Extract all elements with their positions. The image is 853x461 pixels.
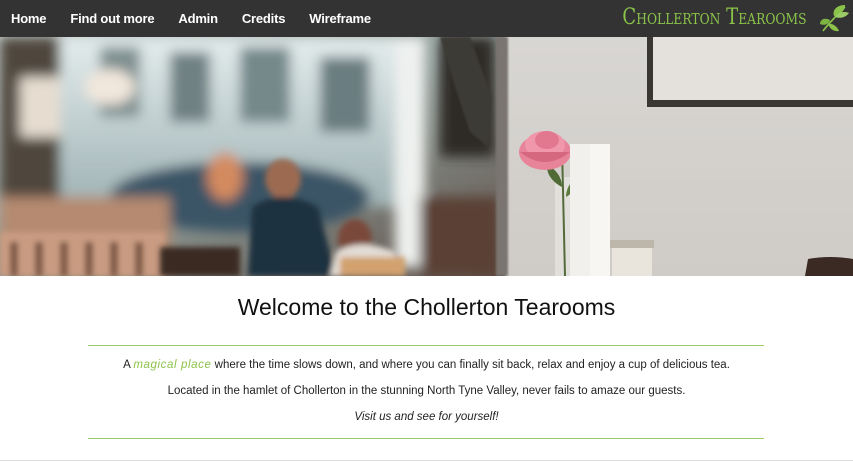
location-paragraph: Located in the hamlet of Chollerton in t… [167,385,686,397]
intro-paragraph: A magical place where the time slows dow… [0,359,853,371]
nav-find-out-more-link[interactable]: Find out more [70,11,154,26]
welcome-section: Welcome to the Chollerton Tearooms A mag… [0,276,853,461]
visit-paragraph: Visit us and see for yourself! [354,411,499,423]
nav-home-link[interactable]: Home [11,11,47,26]
magical-place-highlight: magical place [133,359,212,371]
top-navbar: Home Find out more Admin Credits Wirefra… [0,0,853,37]
nav-wireframe-link[interactable]: Wireframe [309,11,371,26]
nav-credits-link[interactable]: Credits [242,11,286,26]
brand-logo-text[interactable]: Chollerton Tearooms [623,3,807,33]
intro-suffix: where the time slows down, and where you… [211,359,730,371]
nav-links: Home Find out more Admin Credits Wirefra… [0,0,395,37]
leaf-icon [820,5,849,32]
page-title: Welcome to the Chollerton Tearooms [237,294,616,320]
divider-top [88,345,764,346]
intro-prefix: A [123,359,134,371]
divider-bottom [88,438,764,439]
nav-admin-link[interactable]: Admin [178,11,218,26]
hero-image [0,37,853,276]
